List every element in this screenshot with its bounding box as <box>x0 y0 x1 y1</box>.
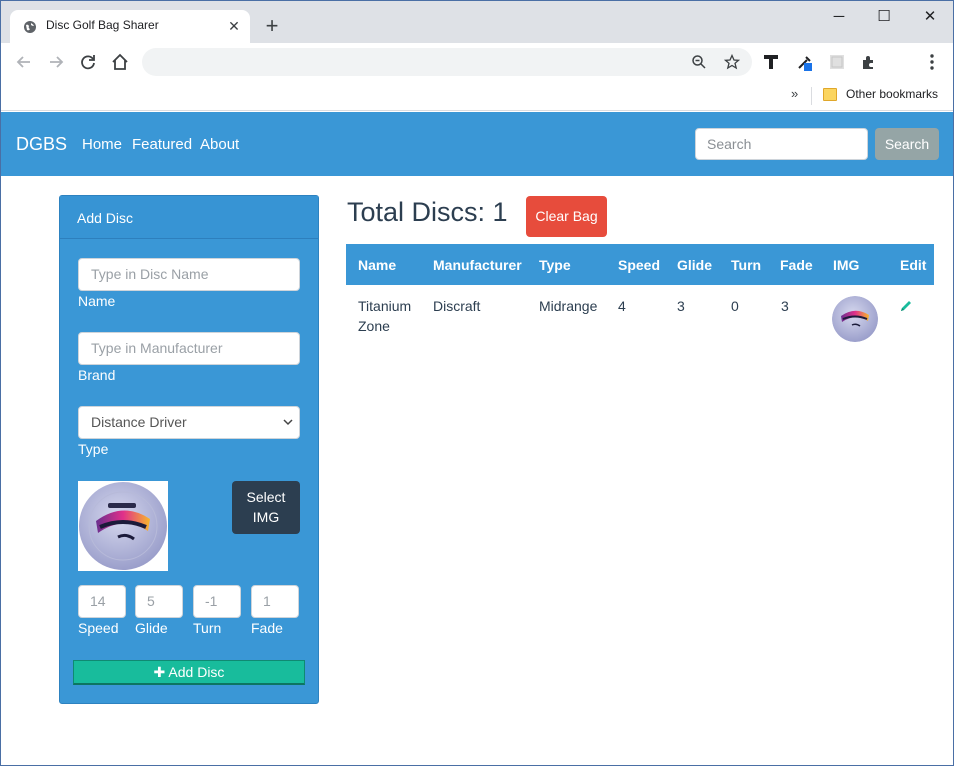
back-icon[interactable] <box>13 51 35 73</box>
fade-label: Fade <box>251 620 283 636</box>
glide-input[interactable]: 5 <box>135 585 183 618</box>
disc-type-value: Distance Driver <box>91 414 187 430</box>
grid-extension-icon[interactable] <box>827 52 847 72</box>
address-bar[interactable] <box>142 48 752 76</box>
manufacturer-input[interactable]: Type in Manufacturer <box>78 332 300 365</box>
column-header-turn: Turn <box>731 257 762 273</box>
home-icon[interactable] <box>109 51 131 73</box>
chevron-down-icon <box>283 419 293 426</box>
plus-icon[interactable]: + <box>263 15 281 37</box>
column-header-type: Type <box>539 257 571 273</box>
fade-input[interactable]: 1 <box>251 585 299 618</box>
column-header-manufacturer: Manufacturer <box>433 257 522 273</box>
window-close-icon[interactable]: ✕ <box>907 5 953 29</box>
add-disc-card: Add Disc Type in Disc Name Name Type in … <box>59 195 319 704</box>
other-bookmarks-link[interactable]: Other bookmarks <box>846 87 938 101</box>
maximize-icon[interactable]: ☐ <box>861 5 907 29</box>
folder-icon <box>823 88 837 101</box>
search-input[interactable]: Search <box>695 128 868 160</box>
cell-name: Titanium Zone <box>358 298 412 334</box>
bookmarks-more-button[interactable]: » <box>791 86 798 101</box>
column-header-edit: Edit <box>900 257 927 273</box>
column-header-fade: Fade <box>780 257 813 273</box>
add-disc-button-label: Add Disc <box>168 664 225 680</box>
globe-icon <box>24 21 36 33</box>
plus-icon: ✚ <box>153 664 166 680</box>
add-disc-title: Add Disc <box>77 210 134 226</box>
type-label: Type <box>78 441 109 457</box>
edit-icon[interactable] <box>899 299 913 313</box>
nav-link-featured[interactable]: Featured <box>132 136 192 153</box>
disc-type-select[interactable]: Distance Driver <box>78 406 300 439</box>
browser-toolbar <box>1 43 953 81</box>
cell-speed: 4 <box>618 298 626 314</box>
minimize-icon[interactable]: ─ <box>816 5 862 29</box>
tab-title: Disc Golf Bag Sharer <box>46 18 159 32</box>
puzzle-icon[interactable] <box>859 52 879 72</box>
site-navbar: DGBS Home Featured About Search Search <box>1 112 953 176</box>
select-img-button[interactable]: Select IMG <box>232 481 300 534</box>
disc-thumbnail <box>832 296 878 342</box>
add-disc-header: Add Disc <box>60 196 318 239</box>
turn-input[interactable]: -1 <box>193 585 241 618</box>
add-disc-button[interactable]: ✚ Add Disc <box>73 660 305 685</box>
star-icon[interactable] <box>724 54 740 70</box>
disc-preview-image <box>78 481 168 571</box>
clear-bag-button[interactable]: Clear Bag <box>526 196 607 237</box>
browser-window: Disc Golf Bag Sharer ✕ + ─ ☐ ✕ » Other b… <box>0 0 954 766</box>
column-header-speed: Speed <box>618 257 661 273</box>
forward-icon[interactable] <box>45 51 67 73</box>
glide-label: Glide <box>135 620 168 636</box>
table-header: Name Manufacturer Type Speed Glide Turn … <box>346 244 934 285</box>
name-label: Name <box>78 293 116 309</box>
speed-input[interactable]: 14 <box>78 585 126 618</box>
bookmarks-divider <box>811 87 812 105</box>
disc-name-input[interactable]: Type in Disc Name <box>78 258 300 291</box>
turn-label: Turn <box>193 620 222 636</box>
cell-glide: 3 <box>677 298 685 314</box>
reload-icon[interactable] <box>77 51 99 73</box>
total-discs-heading: Total Discs: 1 <box>347 197 508 227</box>
column-header-name: Name <box>358 257 397 273</box>
nav-link-home[interactable]: Home <box>82 136 122 153</box>
extension-icon[interactable] <box>761 52 781 72</box>
cell-type: Midrange <box>539 298 598 314</box>
cell-fade: 3 <box>781 298 789 314</box>
column-header-glide: Glide <box>677 257 713 273</box>
search-button[interactable]: Search <box>875 128 939 160</box>
tab-strip: Disc Golf Bag Sharer ✕ + ─ ☐ ✕ <box>1 1 953 43</box>
speed-label: Speed <box>78 620 119 636</box>
bookmarks-bar: » Other bookmarks <box>1 81 953 111</box>
cell-manufacturer: Discraft <box>433 298 481 314</box>
browser-tab[interactable]: Disc Golf Bag Sharer ✕ <box>10 10 250 43</box>
cell-turn: 0 <box>731 298 739 314</box>
column-header-img: IMG <box>833 257 860 273</box>
nav-link-about[interactable]: About <box>200 136 239 153</box>
zoom-icon[interactable] <box>691 54 707 70</box>
eyedropper-icon[interactable] <box>795 52 815 72</box>
brand-label: Brand <box>78 367 116 383</box>
menu-icon[interactable] <box>922 52 942 72</box>
close-icon[interactable]: ✕ <box>226 18 242 34</box>
brand-logo[interactable]: DGBS <box>16 134 67 155</box>
